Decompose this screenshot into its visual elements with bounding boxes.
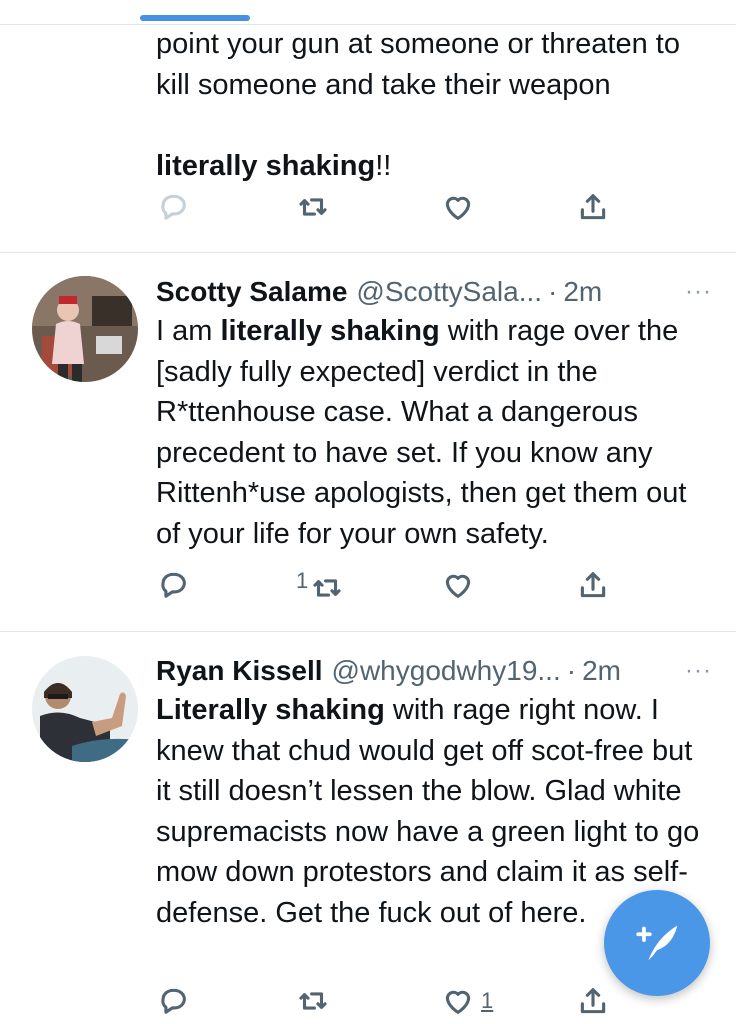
tweet-actions [156, 190, 626, 230]
tweet-header: Ryan Kissell @whygodwhy19... · 2m ··· [156, 654, 712, 688]
reply-icon [161, 572, 186, 598]
reply-button[interactable] [156, 984, 196, 1018]
avatar-image [32, 656, 138, 762]
tweet-text-part: point your gun at someone or threaten to… [156, 28, 680, 101]
heart-icon [445, 196, 471, 220]
tweet-actions: 1 [156, 568, 626, 608]
tweet-header: Scotty Salame @ScottySala... · 2m ··· [156, 275, 712, 309]
compose-tweet-icon [636, 925, 678, 961]
retweet-icon [313, 579, 341, 597]
reply-icon [161, 194, 186, 220]
retweet-button[interactable]: 1 [296, 568, 344, 608]
share-icon [580, 194, 606, 220]
heart-icon [445, 574, 471, 598]
tweet-1[interactable]: point your gun at someone or threaten to… [0, 24, 736, 253]
reply-icon [161, 988, 186, 1014]
share-button[interactable] [576, 190, 610, 224]
retweet-button[interactable] [296, 190, 336, 224]
timestamp[interactable]: 2m [563, 275, 602, 309]
tweet-text-part: I am [156, 315, 221, 347]
display-name[interactable]: Scotty Salame [156, 275, 347, 309]
retweet-button[interactable] [296, 984, 336, 1018]
tweet-2[interactable]: Scotty Salame @ScottySala... · 2m ··· I … [0, 253, 736, 632]
retweet-count: 1 [296, 568, 309, 593]
tweet-text-part: with rage over the [sadly fully expected… [156, 315, 687, 550]
avatar-image [32, 276, 138, 382]
tweet-text-part: !! [375, 149, 392, 182]
like-button[interactable]: 1 [441, 984, 493, 1018]
tweet-text-bold: literally shaking [156, 149, 376, 182]
separator-dot: · [548, 276, 558, 307]
more-options-icon[interactable]: ··· [685, 654, 712, 688]
username-handle[interactable]: @whygodwhy19... [332, 654, 561, 688]
share-icon [580, 572, 606, 598]
tweet-text-bold: Literally shaking [156, 694, 385, 726]
tweet-text: point your gun at someone or threaten to… [156, 24, 712, 186]
reply-button[interactable] [156, 190, 196, 224]
retweet-icon [299, 992, 327, 1010]
heart-icon [445, 990, 471, 1014]
username-handle[interactable]: @ScottySala... [356, 275, 542, 309]
separator-dot: · [566, 655, 577, 686]
tweet-text: I am literally shaking with rage over th… [156, 311, 712, 554]
retweet-icon [299, 198, 327, 216]
tweet-actions: 1 [156, 984, 626, 1024]
compose-tweet-button[interactable] [604, 890, 710, 996]
like-button[interactable] [441, 190, 481, 224]
avatar[interactable] [32, 276, 138, 382]
share-button[interactable] [576, 984, 610, 1018]
tweet-text-part: with rage right now. I knew that chud wo… [156, 694, 700, 929]
tab-indicator [140, 15, 250, 21]
share-icon [580, 988, 606, 1014]
like-button[interactable] [441, 568, 481, 602]
more-options-icon[interactable]: ··· [685, 275, 712, 309]
tweet-text: Literally shaking with rage right now. I… [156, 690, 712, 933]
display-name[interactable]: Ryan Kissell [156, 654, 323, 688]
tweet-text-bold: literally shaking [220, 315, 440, 347]
like-count: 1 [481, 988, 494, 1013]
reply-button[interactable] [156, 568, 196, 602]
timestamp[interactable]: 2m [582, 654, 621, 688]
share-button[interactable] [576, 568, 610, 602]
avatar[interactable] [32, 656, 138, 762]
